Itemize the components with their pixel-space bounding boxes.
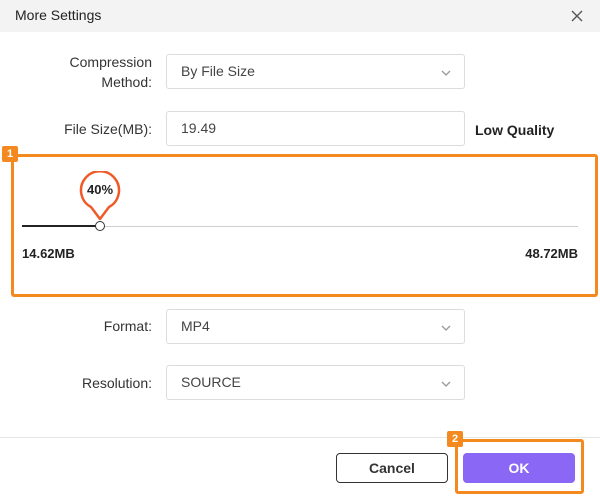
file-size-slider[interactable]: 40% 14.62MB 48.72MB [22, 170, 578, 261]
dialog-title: More Settings [15, 7, 102, 23]
footer-divider [0, 437, 600, 438]
file-size-label: File Size(MB): [64, 121, 152, 137]
file-size-value: 19.49 [181, 120, 217, 136]
format-label: Format: [103, 318, 152, 334]
chevron-down-icon [440, 66, 452, 78]
compression-label-line2: Method: [101, 74, 152, 90]
title-bar: More Settings [0, 0, 600, 32]
file-size-input[interactable]: 19.49 [166, 111, 465, 146]
ok-button[interactable]: OK [463, 453, 575, 483]
slider-max-label: 48.72MB [525, 246, 578, 261]
resolution-select[interactable]: SOURCE [166, 365, 465, 400]
step-marker-1: 1 [2, 146, 18, 162]
quality-label: Low Quality [475, 122, 555, 138]
slider-value-bubble: 40% [77, 170, 123, 221]
resolution-label: Resolution: [81, 375, 152, 391]
step-marker-2: 2 [447, 431, 463, 447]
slider-handle[interactable] [95, 221, 105, 231]
cancel-button[interactable]: Cancel [336, 453, 448, 483]
chevron-down-icon [440, 321, 452, 333]
format-value: MP4 [181, 318, 210, 334]
close-icon[interactable] [568, 7, 586, 25]
slider-track-fill [22, 225, 100, 227]
slider-percent-label: 40% [86, 182, 114, 197]
compression-label-line1: Compression [69, 54, 152, 70]
slider-track[interactable] [22, 226, 578, 227]
chevron-down-icon [440, 377, 452, 389]
compression-method-value: By File Size [181, 63, 255, 79]
format-select[interactable]: MP4 [166, 309, 465, 344]
compression-method-select[interactable]: By File Size [166, 54, 465, 89]
compression-method-label: Compression Method: [40, 52, 152, 92]
slider-min-label: 14.62MB [22, 246, 75, 261]
resolution-value: SOURCE [181, 374, 241, 390]
